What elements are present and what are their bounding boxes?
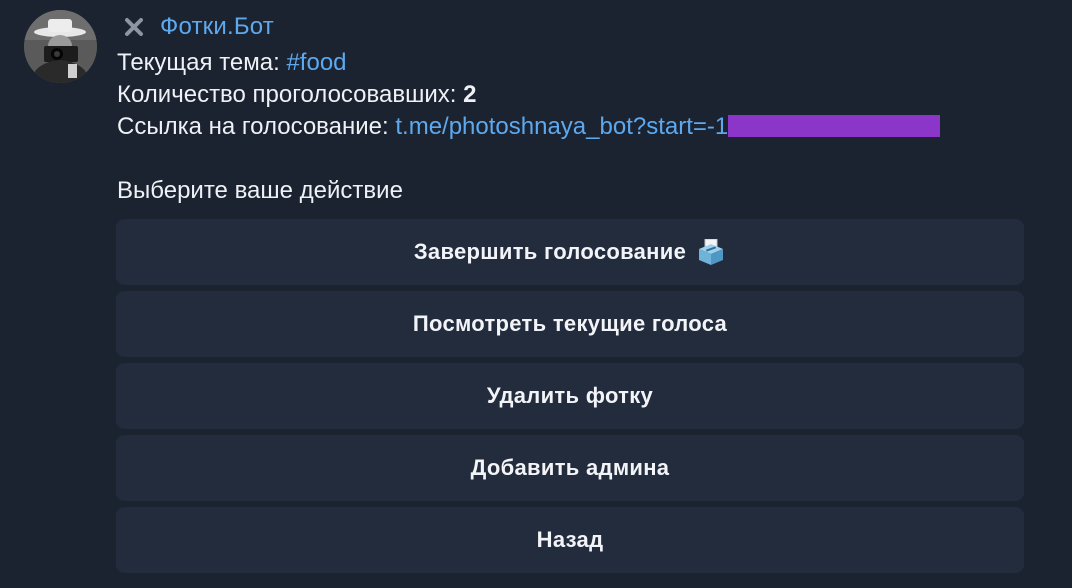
action-prompt: Выберите ваше действие bbox=[117, 177, 403, 204]
delete-photo-button[interactable]: Удалить фотку bbox=[116, 363, 1024, 429]
theme-line: Текущая тема: #food bbox=[117, 47, 347, 79]
vote-link[interactable]: t.me/photoshnaya_bot?start=-1 bbox=[395, 113, 728, 140]
finish-voting-label: Завершить голосование bbox=[413, 239, 687, 264]
vote-link-label: Ссылка на голосование: bbox=[117, 113, 396, 140]
back-button[interactable]: Назад bbox=[116, 507, 1024, 573]
add-admin-button[interactable]: Добавить админа bbox=[116, 435, 1024, 501]
close-icon[interactable] bbox=[122, 15, 146, 39]
voters-line: Количество проголосовавших: 2 bbox=[117, 79, 476, 111]
voters-count: 2 bbox=[463, 81, 477, 108]
bot-avatar[interactable] bbox=[24, 10, 97, 83]
finish-voting-button[interactable]: Завершить голосование bbox=[116, 219, 1024, 285]
message-header: Фотки.Бот bbox=[122, 10, 274, 44]
theme-label: Текущая тема: bbox=[117, 49, 287, 76]
view-votes-button[interactable]: Посмотреть текущие голоса bbox=[116, 291, 1024, 357]
vote-link-line: Ссылка на голосование: t.me/photoshnaya_… bbox=[117, 111, 941, 143]
theme-hashtag-link[interactable]: #food bbox=[286, 49, 346, 76]
voters-label: Количество проголосовавших: bbox=[117, 81, 464, 108]
photographer-avatar-image bbox=[24, 10, 97, 83]
bot-name-link[interactable]: Фотки.Бот bbox=[160, 13, 274, 41]
ballot-box-icon bbox=[696, 239, 726, 265]
redaction-bar bbox=[728, 115, 941, 137]
